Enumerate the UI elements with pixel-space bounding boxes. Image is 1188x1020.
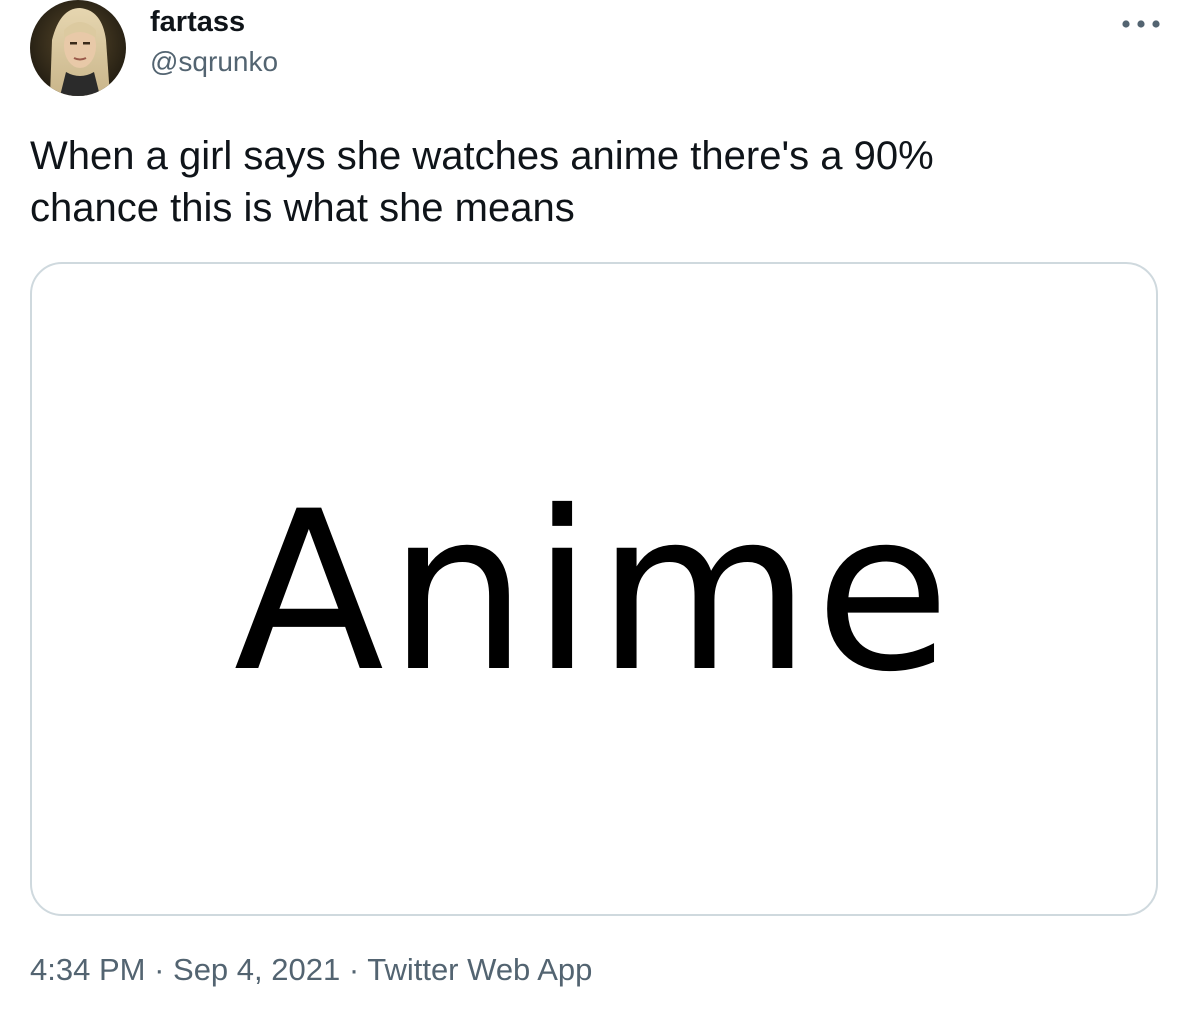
tweet-media-image[interactable]: Anime [30,262,1158,916]
avatar[interactable] [30,0,126,96]
tweet-time[interactable]: 4:34 PM [30,952,145,987]
author-block: fartass @sqrunko [150,4,278,80]
tweet-card: fartass @sqrunko When a girl says she wa… [0,0,1188,1020]
more-options-button[interactable] [1118,8,1164,40]
display-name[interactable]: fartass [150,4,278,40]
tweet-metadata: 4:34 PM · Sep 4, 2021 · Twitter Web App [30,950,592,990]
tweet-text: When a girl says she watches anime there… [30,134,934,230]
more-horizontal-icon [1122,20,1160,28]
avatar-image [30,0,126,96]
user-handle[interactable]: @sqrunko [150,44,278,80]
meta-separator: · [145,952,174,987]
tweet-date[interactable]: Sep 4, 2021 [173,952,340,987]
media-image-text: Anime [233,464,955,720]
meta-separator: · [340,952,368,987]
tweet-source[interactable]: Twitter Web App [367,952,592,987]
